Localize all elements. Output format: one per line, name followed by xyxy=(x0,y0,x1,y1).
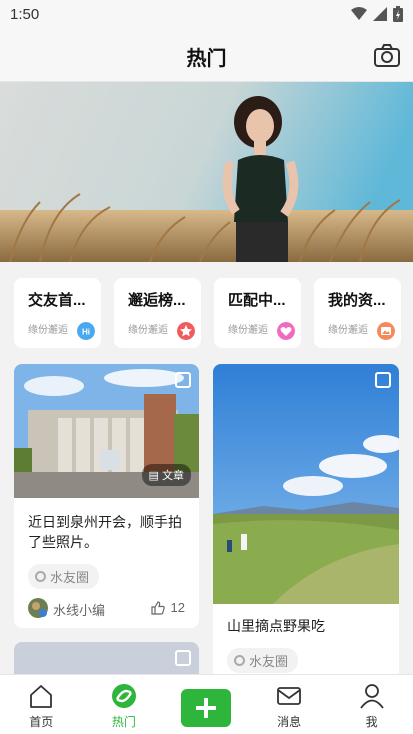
tab-publish[interactable] xyxy=(165,675,248,734)
category-subtitle: 缘份邂逅 xyxy=(328,325,368,336)
tab-label: 热门 xyxy=(111,715,136,729)
star-icon xyxy=(177,322,195,340)
page-title: 热门 xyxy=(186,48,227,70)
tab-label: 消息 xyxy=(277,715,302,729)
post-footer: 水线小编 12 xyxy=(28,598,185,620)
bottom-tab-bar: 首页 热门 消息 我 xyxy=(0,674,413,734)
camera-icon[interactable] xyxy=(373,42,401,70)
tab-messages[interactable]: 消息 xyxy=(248,675,331,734)
banner-carousel[interactable] xyxy=(0,82,413,262)
feed-card-image xyxy=(213,364,399,604)
article-tag-label: 文章 xyxy=(162,470,184,482)
meadow-photo xyxy=(213,364,399,604)
battery-icon xyxy=(393,6,403,22)
status-icons xyxy=(351,6,403,22)
category-subtitle: 缘份邂逅 xyxy=(128,325,168,336)
feed-card-article[interactable]: ▤ 文章 近日到泉州开会，顺手拍了些照片。 水友圈 水线小编 12 xyxy=(14,364,199,628)
user-icon xyxy=(359,684,384,709)
multi-image-icon xyxy=(175,650,191,666)
circle-icon xyxy=(35,571,46,582)
hot-icon xyxy=(111,684,136,708)
post-text: 近日到泉州开会，顺手拍了些照片。 xyxy=(28,514,182,550)
category-title: 匹配中... xyxy=(228,292,286,309)
circle-tag[interactable]: 水友圈 xyxy=(227,648,299,673)
status-time: 1:50 xyxy=(10,6,40,23)
avatar[interactable] xyxy=(28,598,48,618)
document-icon: ▤ xyxy=(148,470,162,482)
like-count: 12 xyxy=(170,600,185,615)
category-title: 交友首... xyxy=(28,292,86,309)
circle-tag-label: 水友圈 xyxy=(50,570,90,585)
app-header: 热门 xyxy=(0,30,413,82)
tab-label: 我 xyxy=(365,715,378,729)
tab-hot[interactable]: 热门 xyxy=(83,675,166,734)
banner-image xyxy=(0,82,413,262)
tab-label: 首页 xyxy=(29,715,54,729)
category-row: 交友首... 缘份邂逅 Hi 邂逅榜... 缘份邂逅 匹配中... 缘份邂逅 我… xyxy=(14,278,406,348)
publish-button[interactable] xyxy=(181,689,232,727)
hi-chat-icon: Hi xyxy=(77,322,95,340)
post-circle-row: 水友圈 xyxy=(213,648,399,673)
feed-card-photo[interactable]: 山里摘点野果吃 水友圈 xyxy=(213,364,399,694)
circle-tag-label: 水友圈 xyxy=(249,654,289,669)
category-title: 我的资... xyxy=(328,292,386,309)
category-card-friends[interactable]: 交友首... 缘份邂逅 Hi xyxy=(14,278,101,348)
article-tag: ▤ 文章 xyxy=(141,464,191,486)
signal-icon xyxy=(373,7,387,21)
post-circle-row: 水友圈 xyxy=(14,564,199,589)
hi-badge-text: Hi xyxy=(82,328,90,337)
category-subtitle: 缘份邂逅 xyxy=(228,325,268,336)
category-title: 邂逅榜... xyxy=(128,292,186,309)
feed-card-image: ▤ 文章 xyxy=(14,364,199,498)
category-card-ranking[interactable]: 邂逅榜... 缘份邂逅 xyxy=(114,278,201,348)
heart-icon xyxy=(277,322,295,340)
home-icon xyxy=(30,685,53,708)
thumb-up-icon[interactable] xyxy=(151,601,165,615)
tab-home[interactable]: 首页 xyxy=(0,675,83,734)
plus-icon xyxy=(196,698,217,718)
tab-me[interactable]: 我 xyxy=(330,675,413,734)
category-subtitle: 缘份邂逅 xyxy=(28,325,68,336)
circle-icon xyxy=(234,655,245,666)
author-name[interactable]: 水线小编 xyxy=(53,600,105,619)
photo-icon xyxy=(377,322,395,340)
category-card-profile[interactable]: 我的资... 缘份邂逅 xyxy=(314,278,401,348)
wifi-icon xyxy=(351,7,367,20)
circle-tag[interactable]: 水友圈 xyxy=(28,564,100,589)
status-bar: 1:50 xyxy=(0,0,413,30)
multi-image-icon xyxy=(175,372,191,388)
multi-image-icon xyxy=(375,372,391,388)
post-text: 山里摘点野果吃 xyxy=(227,618,325,634)
category-card-matching[interactable]: 匹配中... 缘份邂逅 xyxy=(214,278,301,348)
mail-icon xyxy=(277,687,301,705)
